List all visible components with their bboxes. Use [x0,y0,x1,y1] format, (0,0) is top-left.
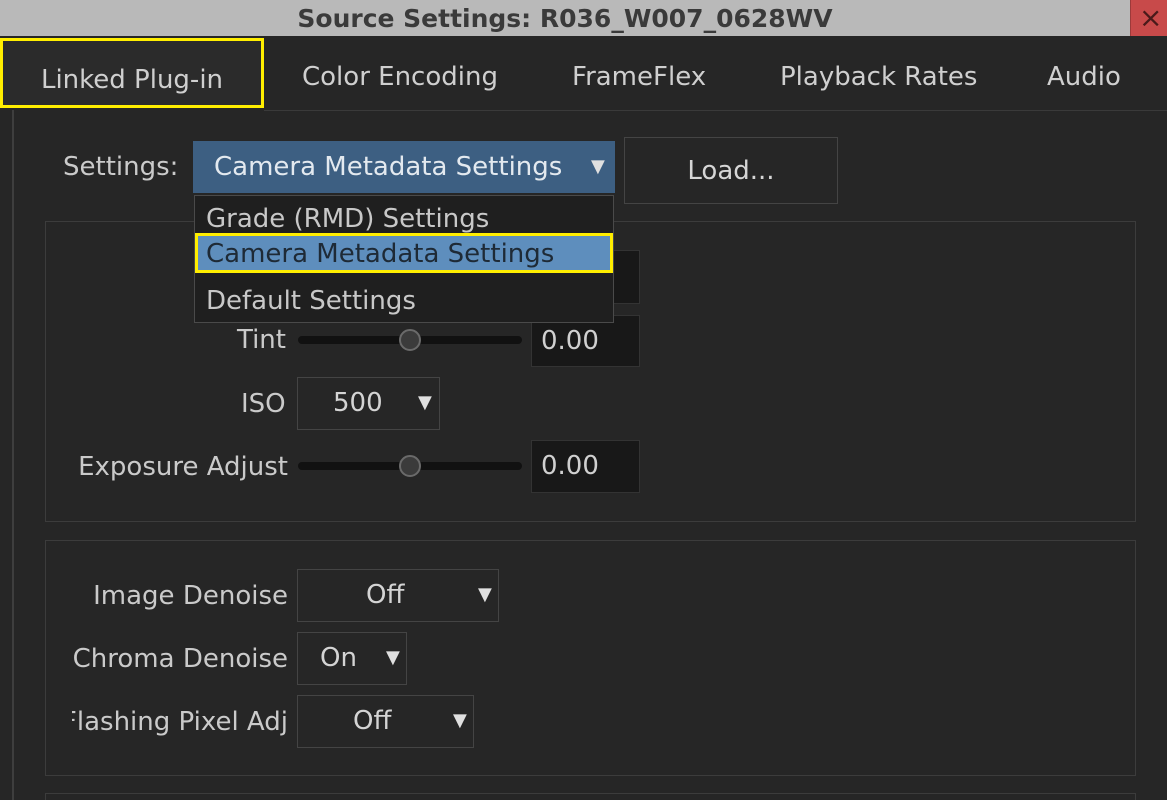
load-button[interactable]: Load... [624,137,838,204]
tab-color-encoding[interactable]: Color Encoding [302,42,498,112]
settings-select[interactable]: Camera Metadata Settings ▼ [193,141,615,193]
image-denoise-label: Image Denoise [93,581,288,611]
settings-dropdown-menu: Grade (RMD) Settings Camera Metadata Set… [194,195,614,323]
chroma-denoise-select[interactable]: On ▼ [297,632,407,685]
image-denoise-select[interactable]: Off ▼ [297,569,499,622]
tint-slider-thumb[interactable] [399,329,421,351]
chevron-down-icon: ▼ [591,156,605,177]
exposure-value-field[interactable]: 0.00 [531,440,640,493]
chevron-down-icon: ▼ [418,392,432,413]
panel-left-border [12,110,14,800]
tab-audio[interactable]: Audio [1047,42,1121,112]
iso-label: ISO [241,389,286,419]
next-settings-group [45,793,1136,800]
iso-select-value: 500 [333,388,383,418]
flashing-pixel-adj-value: Off [353,706,392,736]
flashing-pixel-adj-label: Flashing Pixel Adj [72,707,288,737]
exposure-slider-thumb[interactable] [399,455,421,477]
close-button[interactable]: × [1130,0,1167,36]
image-denoise-value: Off [366,580,405,610]
iso-select[interactable]: 500 ▼ [297,377,440,430]
title-bar[interactable]: Source Settings: R036_W007_0628WV × [0,0,1167,36]
tab-linked-plug-in[interactable]: Linked Plug-in [0,38,264,108]
settings-label: Settings: [63,152,179,182]
tint-label: Tint [237,325,286,355]
tab-frameflex[interactable]: FrameFlex [572,42,706,112]
tab-playback-rates[interactable]: Playback Rates [780,42,977,112]
flashing-pixel-adj-select[interactable]: Off ▼ [297,695,474,748]
menu-item-default-settings[interactable]: Default Settings [195,281,613,321]
chroma-denoise-value: On [320,643,357,673]
chevron-down-icon: ▼ [386,647,400,668]
menu-item-camera-metadata-settings[interactable]: Camera Metadata Settings [195,233,613,273]
window-title: Source Settings: R036_W007_0628WV [297,4,833,33]
settings-select-value: Camera Metadata Settings [214,152,563,182]
chroma-denoise-label: Chroma Denoise [72,644,288,674]
chevron-down-icon: ▼ [478,584,492,605]
chevron-down-icon: ▼ [453,710,467,731]
source-settings-window: Source Settings: R036_W007_0628WV × Link… [0,0,1167,800]
close-icon: × [1139,1,1163,34]
tab-divider [264,110,1167,111]
exposure-adjust-label: Exposure Adjust [78,452,288,482]
